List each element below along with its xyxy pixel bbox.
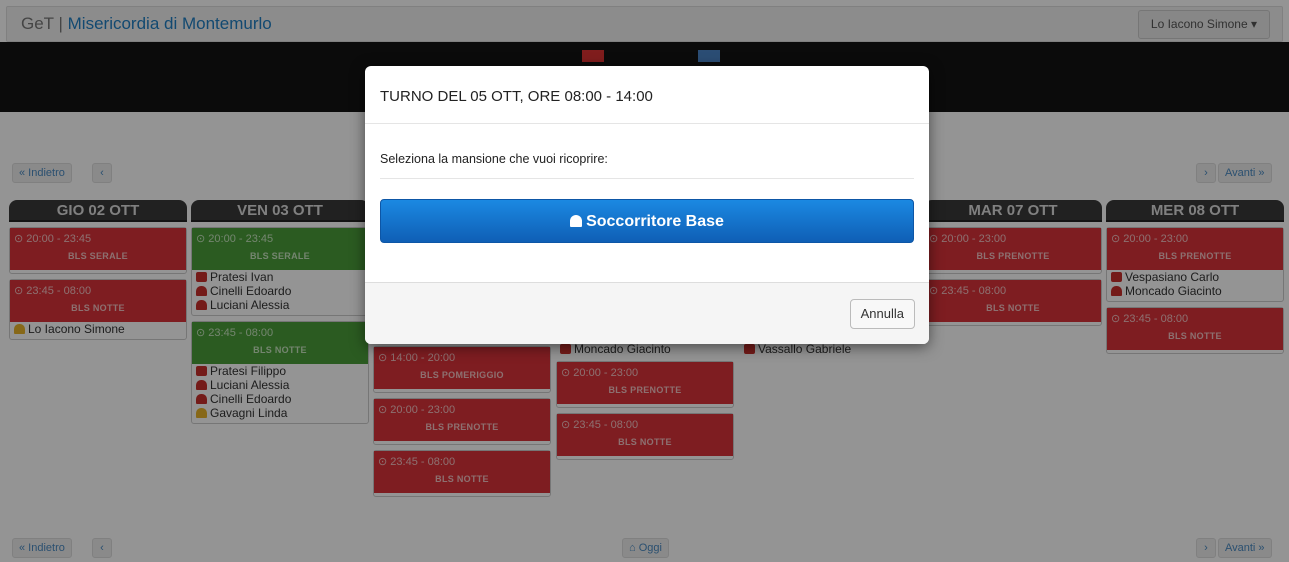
cancel-button[interactable]: Annulla: [849, 299, 915, 329]
modal-title: TURNO DEL 05 OTT, ORE 08:00 - 14:00: [380, 88, 653, 105]
modal-footer: Annulla: [365, 282, 929, 344]
role-soccorritore-base-button[interactable]: Soccorritore Base: [380, 199, 914, 243]
modal-header: TURNO DEL 05 OTT, ORE 08:00 - 14:00: [365, 66, 929, 124]
shift-role-modal: TURNO DEL 05 OTT, ORE 08:00 - 14:00 Sele…: [365, 66, 929, 344]
modal-body: Seleziona la mansione che vuoi ricoprire…: [365, 124, 929, 243]
modal-prompt: Seleziona la mansione che vuoi ricoprire…: [380, 152, 914, 179]
role-label: Soccorritore Base: [586, 213, 724, 230]
user-icon: [570, 215, 583, 227]
